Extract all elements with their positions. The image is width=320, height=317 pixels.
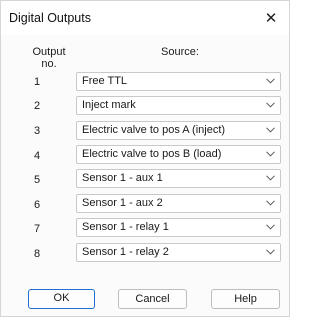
help-button[interactable]: Help [211, 289, 280, 309]
source-select-8[interactable]: Sensor 1 - relay 2 [76, 243, 281, 262]
chevron-down-icon [266, 224, 275, 230]
output-number-4: 4 [33, 150, 41, 162]
title-bar: Digital Outputs ✕ [1, 1, 289, 35]
output-number-8: 8 [33, 248, 41, 260]
output-number-6: 6 [33, 199, 41, 211]
output-header-line2: no. [41, 58, 57, 70]
source-select-value: Sensor 1 - relay 1 [82, 221, 169, 233]
chevron-down-icon [266, 175, 275, 181]
output-number-1: 1 [33, 76, 41, 88]
output-no-header: Output no. [27, 46, 71, 70]
source-select-value: Free TTL [82, 75, 128, 87]
cancel-button[interactable]: Cancel [118, 289, 187, 309]
source-select-5[interactable]: Sensor 1 - aux 1 [76, 169, 281, 188]
output-number-5: 5 [33, 174, 41, 186]
chevron-down-icon [266, 151, 275, 157]
chevron-down-icon [266, 102, 275, 108]
chevron-down-icon [266, 78, 275, 84]
source-select-4[interactable]: Electric valve to pos B (load) [76, 145, 281, 164]
source-select-value: Sensor 1 - aux 1 [82, 172, 163, 184]
source-select-value: Inject mark [82, 99, 136, 111]
source-select-2[interactable]: Inject mark [76, 96, 281, 115]
source-header: Source: [161, 46, 199, 58]
output-header-line1: Output [32, 46, 66, 58]
chevron-down-icon [266, 249, 275, 255]
output-number-2: 2 [33, 100, 41, 112]
source-select-7[interactable]: Sensor 1 - relay 1 [76, 218, 281, 237]
close-icon[interactable]: ✕ [253, 1, 289, 35]
output-number-7: 7 [33, 223, 41, 235]
source-select-value: Electric valve to pos A (inject) [82, 124, 226, 136]
source-select-value: Sensor 1 - aux 2 [82, 197, 163, 209]
window-title: Digital Outputs [9, 11, 91, 25]
source-select-6[interactable]: Sensor 1 - aux 2 [76, 194, 281, 213]
digital-outputs-dialog: Digital Outputs ✕ Output no. Source: 1 F… [0, 0, 290, 317]
source-select-3[interactable]: Electric valve to pos A (inject) [76, 121, 281, 140]
chevron-down-icon [266, 200, 275, 206]
source-select-1[interactable]: Free TTL [76, 72, 281, 91]
source-select-value: Sensor 1 - relay 2 [82, 246, 169, 258]
chevron-down-icon [266, 127, 275, 133]
output-number-3: 3 [33, 125, 41, 137]
source-select-value: Electric valve to pos B (load) [82, 148, 222, 160]
ok-button[interactable]: OK [28, 289, 95, 309]
